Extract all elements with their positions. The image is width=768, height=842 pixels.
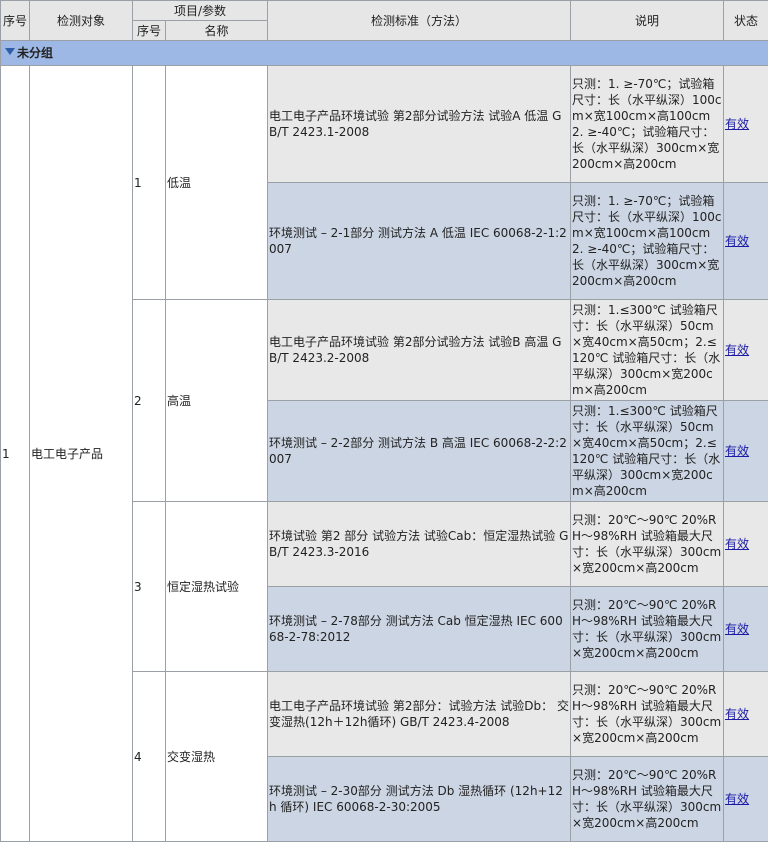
group-header[interactable]: 未分组	[1, 41, 768, 66]
status-link[interactable]: 有效	[725, 707, 749, 721]
standards-table: 序号 检测对象 项目/参数 检测标准（方法） 说明 状态 序号 名称 未分组 1…	[0, 0, 768, 842]
col-header-standard: 检测标准（方法）	[268, 1, 571, 41]
table-row: 1 电工电子产品 1 低温 电工电子产品环境试验 第2部分试验方法 试验A 低温…	[1, 66, 768, 183]
object-name: 电工电子产品	[30, 66, 133, 842]
status-link[interactable]: 有效	[725, 622, 749, 636]
col-header-desc: 说明	[571, 1, 724, 41]
col-header-status: 状态	[724, 1, 768, 41]
standard-cell: 电工电子产品环境试验 第2部分：试验方法 试验Db： 交变湿热(12h＋12h循…	[268, 672, 571, 757]
col-header-item-param: 项目/参数	[133, 1, 268, 21]
standard-cell: 环境试验 第2 部分 试验方法 试验Cab：恒定湿热试验 GB/T 2423.3…	[268, 502, 571, 587]
desc-cell: 只测：1.≤300℃ 试验箱尺寸：长（水平纵深）50cm×宽40cm×高50cm…	[571, 401, 724, 502]
group-row[interactable]: 未分组	[1, 41, 768, 66]
desc-cell: 只测：1. ≥-70℃；试验箱尺寸：长（水平纵深）100cm×宽100cm×高1…	[571, 66, 724, 183]
item-name: 恒定湿热试验	[166, 502, 268, 672]
col-header-object: 检测对象	[30, 1, 133, 41]
object-seq: 1	[1, 66, 30, 842]
item-seq: 1	[133, 66, 166, 300]
item-seq: 3	[133, 502, 166, 672]
item-name: 低温	[166, 66, 268, 300]
desc-cell: 只测：20℃～90℃ 20%RH～98%RH 试验箱最大尺寸：长（水平纵深）30…	[571, 502, 724, 587]
col-header-seq: 序号	[1, 1, 30, 41]
item-seq: 2	[133, 300, 166, 502]
standard-cell: 电工电子产品环境试验 第2部分试验方法 试验A 低温 GB/T 2423.1-2…	[268, 66, 571, 183]
desc-cell: 只测：1.≤300℃ 试验箱尺寸：长（水平纵深）50cm×宽40cm×高50cm…	[571, 300, 724, 401]
desc-cell: 只测：20℃～90℃ 20%RH～98%RH 试验箱最大尺寸：长（水平纵深）30…	[571, 672, 724, 757]
desc-cell: 只测：20℃～90℃ 20%RH～98%RH 试验箱最大尺寸：长（水平纵深）30…	[571, 757, 724, 842]
standard-cell: 环境测试 – 2-1部分 测试方法 A 低温 IEC 60068-2-1:200…	[268, 183, 571, 300]
status-link[interactable]: 有效	[725, 117, 749, 131]
col-header-sub-seq: 序号	[133, 21, 166, 41]
standard-cell: 环境测试 – 2-2部分 测试方法 B 高温 IEC 60068-2-2:200…	[268, 401, 571, 502]
desc-cell: 只测：20℃～90℃ 20%RH～98%RH 试验箱最大尺寸：长（水平纵深）30…	[571, 587, 724, 672]
status-link[interactable]: 有效	[725, 343, 749, 357]
desc-cell: 只测：1. ≥-70℃；试验箱尺寸：长（水平纵深）100cm×宽100cm×高1…	[571, 183, 724, 300]
status-link[interactable]: 有效	[725, 537, 749, 551]
status-link[interactable]: 有效	[725, 234, 749, 248]
standard-cell: 电工电子产品环境试验 第2部分试验方法 试验B 高温 GB/T 2423.2-2…	[268, 300, 571, 401]
collapse-triangle-icon[interactable]	[5, 48, 15, 55]
status-link[interactable]: 有效	[725, 792, 749, 806]
col-header-sub-name: 名称	[166, 21, 268, 41]
standard-cell: 环境测试 – 2-78部分 测试方法 Cab 恒定湿热 IEC 60068-2-…	[268, 587, 571, 672]
standard-cell: 环境测试 – 2-30部分 测试方法 Db 湿热循环 (12h+12h 循环) …	[268, 757, 571, 842]
item-seq: 4	[133, 672, 166, 842]
item-name: 高温	[166, 300, 268, 502]
group-label: 未分组	[17, 46, 53, 60]
item-name: 交变湿热	[166, 672, 268, 842]
status-link[interactable]: 有效	[725, 444, 749, 458]
